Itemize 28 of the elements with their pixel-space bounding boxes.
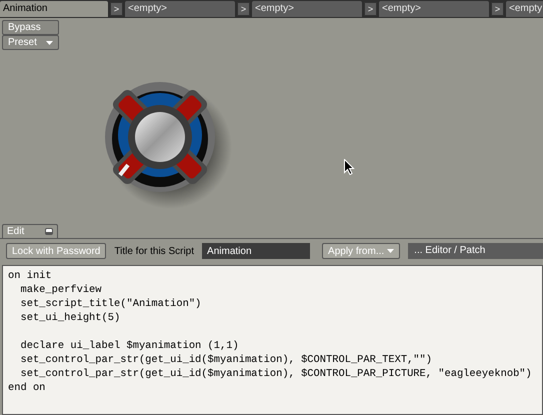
code-line: set_ui_height(5) [19,311,122,325]
script-slot-tab[interactable]: <empty> [252,1,362,17]
preset-dropdown[interactable]: Preset [2,35,59,50]
mouse-pointer-icon [344,159,355,175]
dropdown-arrow-icon [46,40,53,44]
code-editor[interactable] [2,265,543,415]
window-icon [45,228,53,235]
bypass-button[interactable]: Bypass [2,20,59,35]
script-slot-tab[interactable]: Animation [0,1,108,17]
script-slot-tab[interactable]: <empty> [379,1,489,17]
script-slot-tab[interactable]: <empty> [125,1,235,17]
code-line: make_perfview [19,283,103,297]
code-line: end on [8,381,46,395]
code-line: declare ui_label $myanimation (1,1) [19,339,240,353]
edit-tab[interactable]: Edit [2,224,58,238]
slot-expand-button[interactable]: > [110,2,123,16]
slot-expand-button[interactable]: > [364,2,377,16]
script-title-field[interactable]: Animation [202,243,310,259]
slot-expand-button[interactable]: > [491,2,504,16]
code-line: set_control_par_str(get_ui_id($myanimation), $CONTROL_PAR_PICTURE, "eagleeyeknob") [19,367,533,381]
code-line: on init [8,269,53,283]
slot-expand-button[interactable]: > [237,2,250,16]
code-line: set_script_title("Animation") [19,297,202,311]
code-line: set_control_par_str(get_ui_id($myanimation), $CONTROL_PAR_TEXT,"") [19,353,434,367]
dropdown-arrow-icon [387,249,394,253]
source-selector[interactable]: ... Editor / Patch [408,243,543,259]
script-slot-tab[interactable]: <empty [506,1,543,17]
script-title-label: Title for this Script [114,246,194,256]
